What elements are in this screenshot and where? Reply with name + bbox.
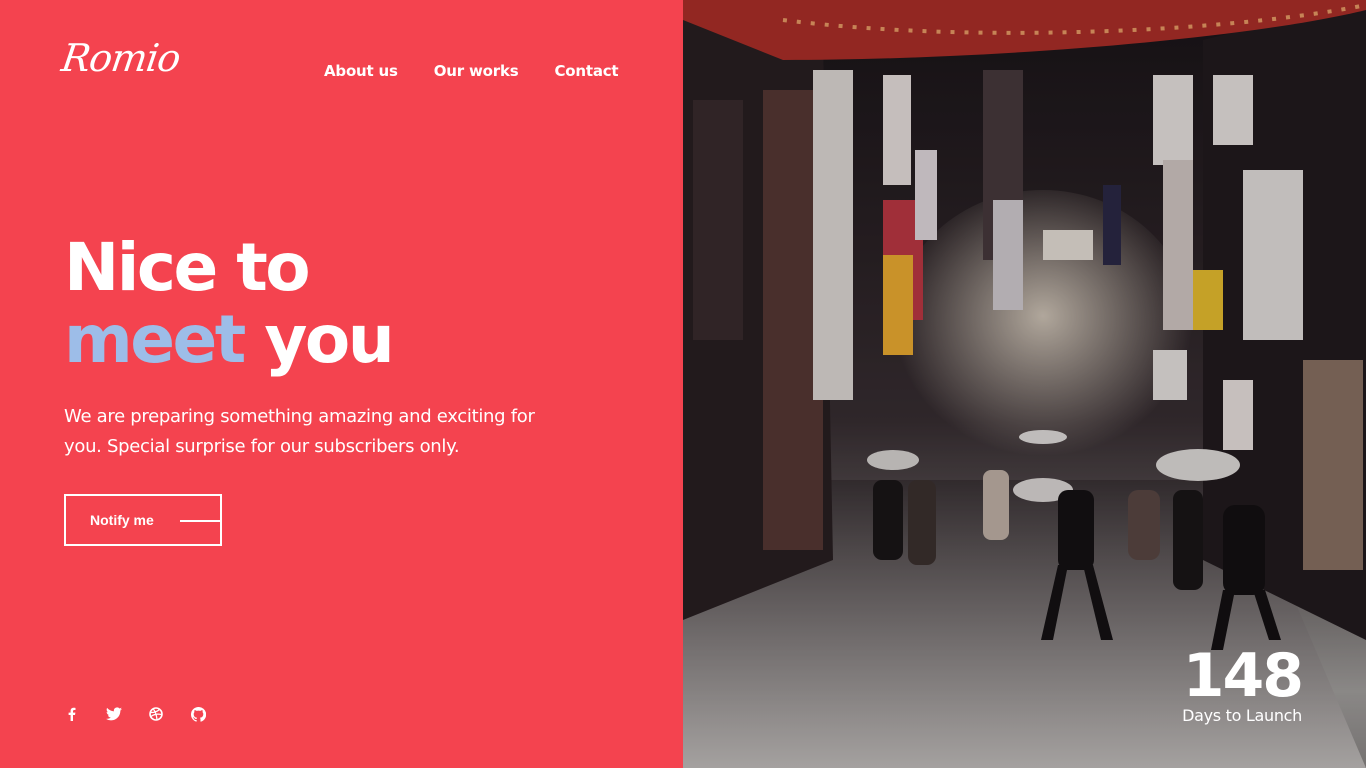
left-panel: Romio About us Our works Contact Nice to… <box>0 0 683 768</box>
hero-line-2-rest: you <box>264 301 394 378</box>
button-line-decoration <box>180 520 220 522</box>
nav-our-works[interactable]: Our works <box>434 62 519 80</box>
nav-about-us[interactable]: About us <box>324 62 398 80</box>
hero-accent-word: meet <box>64 301 246 378</box>
hero-heading: Nice to meet you <box>64 229 395 378</box>
notify-me-button[interactable]: Notify me <box>64 494 222 546</box>
main-nav: About us Our works Contact <box>324 62 619 80</box>
twitter-icon[interactable] <box>104 704 124 724</box>
launch-countdown: 148 Days to Launch <box>1182 640 1304 725</box>
countdown-days-number: 148 <box>1182 641 1304 711</box>
nav-contact[interactable]: Contact <box>554 62 618 80</box>
github-icon[interactable] <box>188 704 208 724</box>
facebook-icon[interactable] <box>62 704 82 724</box>
hero-description: We are preparing something amazing and e… <box>64 406 535 457</box>
social-links <box>62 704 208 724</box>
city-street-photo: 148 Days to Launch <box>683 0 1366 768</box>
notify-me-label: Notify me <box>90 512 154 528</box>
dribbble-icon[interactable] <box>146 704 166 724</box>
hero-line-2: meet you <box>64 301 395 378</box>
brand-logo[interactable]: Romio <box>59 36 183 80</box>
hero-line-1: Nice to <box>64 229 311 306</box>
countdown-label: Days to Launch <box>1182 706 1302 725</box>
